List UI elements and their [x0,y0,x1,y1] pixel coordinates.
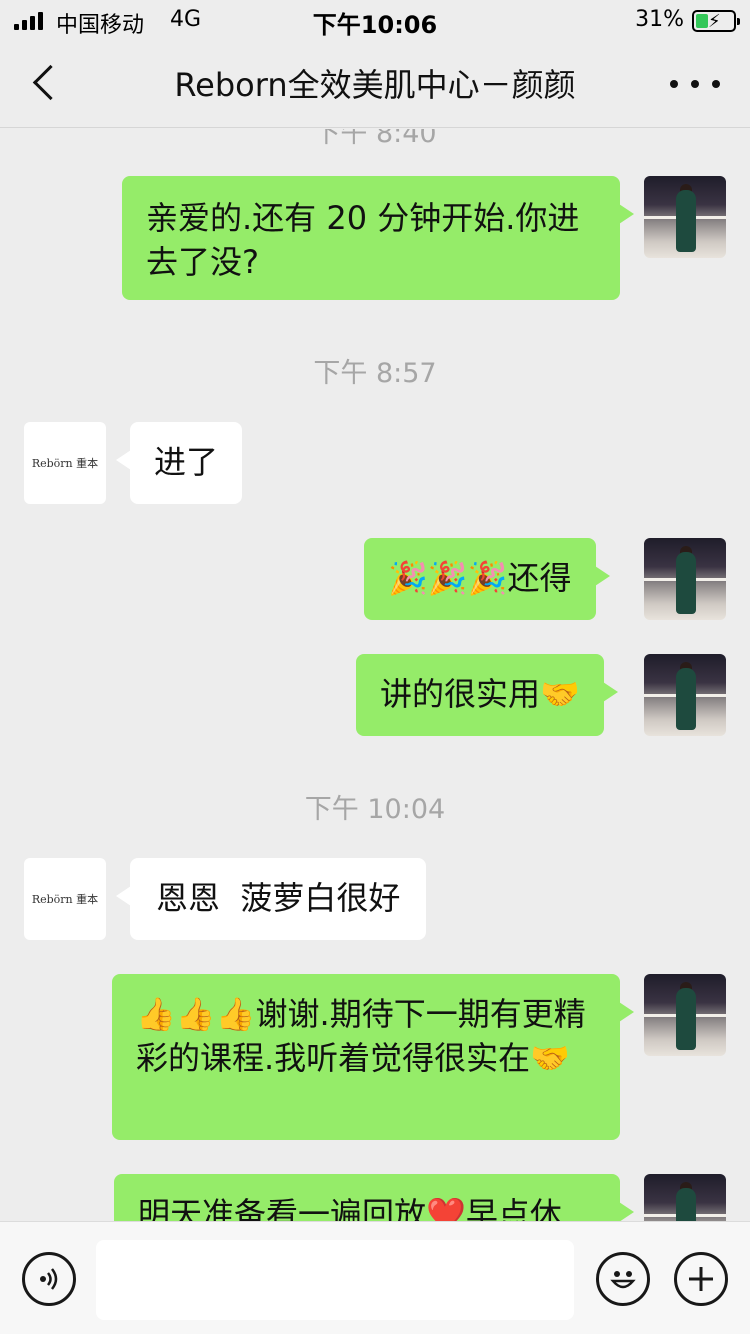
chat-area[interactable]: 下午 8:40 亲爱的.还有 20 分钟开始.你进去了没? 下午 8:57 Re… [0,129,750,1221]
message-bubble-sent[interactable]: 讲的很实用🤝 [356,654,618,736]
plus-icon[interactable] [674,1252,728,1306]
battery-icon: ⚡ [692,10,740,32]
contact-avatar[interactable]: Rebörn 重本 [24,422,106,504]
my-avatar[interactable] [644,538,726,620]
message-bubble-sent[interactable]: 🎉🎉🎉还得 [364,538,610,620]
my-avatar[interactable] [644,1174,726,1221]
back-icon[interactable] [28,64,68,104]
message-bubble-sent[interactable]: 亲爱的.还有 20 分钟开始.你进去了没? [122,176,634,300]
chat-title: Reborn全效美肌中心－颜颜 [174,66,576,104]
timestamp: 下午 8:40 [313,129,437,149]
timestamp: 下午 10:04 [304,794,446,825]
my-avatar[interactable] [644,654,726,736]
input-bar [0,1221,750,1334]
my-avatar[interactable] [644,176,726,258]
battery-percent: 31% [635,7,684,32]
message-bubble-sent[interactable]: 👍👍👍谢谢.期待下一期有更精彩的课程.我听着觉得很实在🤝 [112,974,634,1140]
message-bubble-received[interactable]: 进了 [115,422,243,504]
more-icon[interactable] [670,66,720,102]
voice-icon[interactable] [22,1252,76,1306]
message-bubble-received[interactable]: 恩恩 菠萝白很好 [115,858,427,940]
contact-avatar[interactable]: Rebörn 重本 [24,858,106,940]
emoji-icon[interactable] [596,1252,650,1306]
nav-bar: Reborn全效美肌中心－颜颜 [0,40,750,128]
status-bar: 中国移动 4G 下午10:06 31% ⚡ [0,0,750,40]
my-avatar[interactable] [644,974,726,1056]
message-bubble-sent[interactable]: 明天准备看一遍回放❤️早点休 [114,1174,634,1221]
timestamp: 下午 8:57 [313,358,437,389]
message-input[interactable] [96,1240,574,1320]
